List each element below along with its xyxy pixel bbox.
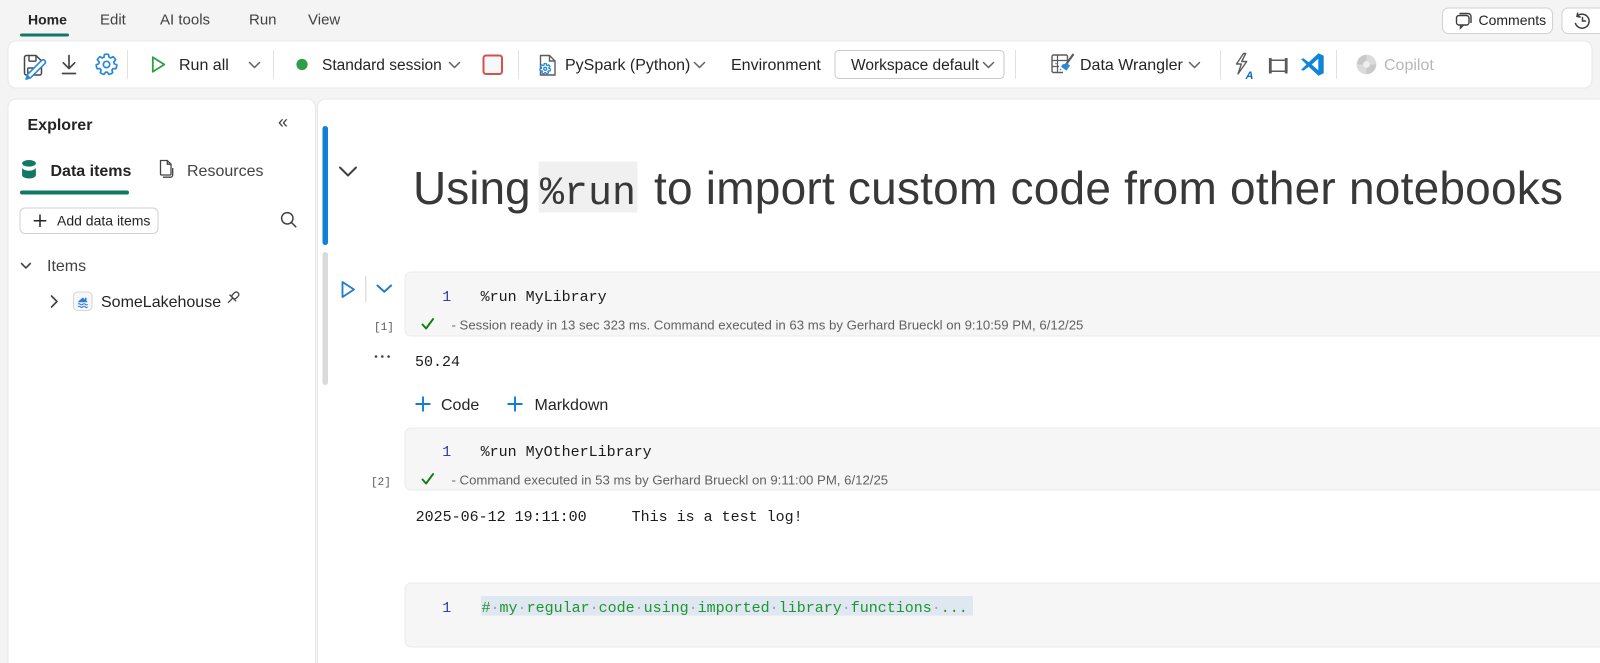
svg-text:Markdown: Markdown <box>535 397 609 414</box>
svg-text:Using: Using <box>413 162 531 214</box>
svg-text:%run: %run <box>540 172 636 217</box>
svg-text:A: A <box>1245 70 1254 82</box>
svg-text:1: 1 <box>442 444 451 461</box>
svg-text:[1]: [1] <box>374 322 394 334</box>
svg-text:50.24: 50.24 <box>415 354 460 371</box>
svg-text:Code: Code <box>441 397 479 414</box>
svg-text:Comments: Comments <box>1479 12 1547 28</box>
svg-text:1: 1 <box>442 600 451 617</box>
svg-text:Add data items: Add data items <box>57 213 150 229</box>
svg-text:Run all: Run all <box>179 57 229 74</box>
svg-text:Environment: Environment <box>731 57 821 74</box>
svg-text:%run MyOtherLibrary: %run MyOtherLibrary <box>481 444 652 461</box>
svg-text:Explorer: Explorer <box>28 117 93 134</box>
svg-text:- Command executed in 53 ms by: - Command executed in 53 ms by Gerhard B… <box>452 473 889 488</box>
svg-text:Home: Home <box>28 12 67 28</box>
svg-text:to import custom code from oth: to import custom code from other noteboo… <box>654 162 1563 214</box>
svg-text:Workspace default: Workspace default <box>851 57 980 74</box>
svg-text:Data Wrangler: Data Wrangler <box>1080 57 1184 74</box>
svg-text:Run: Run <box>249 12 277 29</box>
svg-text:SomeLakehouse: SomeLakehouse <box>101 294 221 311</box>
svg-text:%run MyLibrary: %run MyLibrary <box>481 289 607 306</box>
svg-text:Items: Items <box>47 258 86 275</box>
svg-text:2025-06-12 19:11:00 This i: 2025-06-12 19:11:00 This is a test log! <box>416 509 803 526</box>
svg-text:Edit: Edit <box>100 12 127 29</box>
svg-text:Standard session: Standard session <box>322 57 442 74</box>
svg-text:View: View <box>308 12 340 29</box>
svg-text:#·my·regular·code·using·import: #·my·regular·code·using·imported·library… <box>482 600 968 617</box>
svg-text:Copilot: Copilot <box>1384 57 1434 74</box>
svg-text:Data items: Data items <box>51 163 132 180</box>
svg-text:Resources: Resources <box>187 163 263 180</box>
svg-text:- Session ready in 13 sec 323: - Session ready in 13 sec 323 ms. Comman… <box>452 318 1084 333</box>
svg-text:«: « <box>278 112 288 132</box>
svg-text:[2]: [2] <box>371 477 391 489</box>
svg-text:PySpark (Python): PySpark (Python) <box>565 57 690 74</box>
svg-text:1: 1 <box>442 289 451 306</box>
svg-text:AI tools: AI tools <box>160 12 210 29</box>
